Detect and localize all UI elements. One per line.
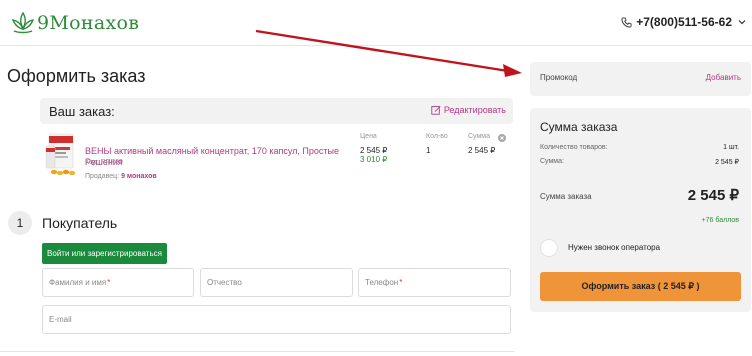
promo-code-label: Промокод	[540, 73, 578, 82]
edit-order-link[interactable]: Редактировать	[431, 105, 506, 115]
item-price-old: 3 010 ₽	[360, 155, 388, 164]
phone-placeholder: Телефон	[365, 278, 399, 287]
phone-number: +7(800)511-56-62	[636, 15, 732, 29]
column-header-sum: Сумма	[468, 133, 490, 140]
required-mark: *	[399, 278, 403, 287]
column-header-qty: Кол-во	[426, 133, 448, 140]
lotus-logo-icon	[11, 11, 35, 34]
order-heading: Ваш заказ:	[49, 104, 115, 119]
login-register-button[interactable]: Войти или зарегистрироваться	[42, 243, 167, 264]
seller-label: Продавец:	[85, 173, 120, 180]
phone-icon	[621, 16, 632, 28]
item-quantity: 1	[426, 146, 431, 155]
column-header-price: Цена	[360, 133, 377, 140]
place-order-button[interactable]: Оформить заказ ( 2 545 ₽ )	[540, 272, 741, 301]
item-count-label: Количество товаров:	[540, 144, 608, 151]
summary-title: Сумма заказа	[540, 120, 618, 134]
subtotal-value: 2 545 ₽	[715, 159, 739, 166]
required-mark: *	[107, 278, 111, 287]
seller-name-link[interactable]: 9 монахов	[121, 173, 157, 180]
edit-order-label: Редактировать	[443, 105, 506, 115]
order-summary-panel: Сумма заказа Количество товаров: 1 шт. С…	[530, 108, 751, 312]
site-logo[interactable]: 9Монахов	[10, 8, 139, 38]
page-title: Оформить заказ	[7, 66, 146, 86]
item-count-value: 1 шт.	[723, 144, 739, 151]
chevron-down-icon[interactable]	[738, 18, 746, 26]
subtotal-label: Сумма:	[540, 158, 564, 165]
product-code: Код: РПР39	[85, 159, 123, 166]
total-label: Сумма заказа	[540, 192, 592, 201]
surname-name-placeholder: Фамилия и имя	[49, 278, 107, 287]
logo-wordmark: 9Монахов	[37, 12, 140, 34]
remove-item-icon[interactable]	[498, 134, 506, 142]
item-sum: 2 545 ₽	[468, 146, 496, 155]
email-placeholder: E-mail	[49, 315, 72, 324]
site-header: 9Монахов +7(800)511-56-62	[0, 0, 752, 46]
add-promo-link[interactable]: Добавить	[706, 73, 741, 82]
bonus-points: +76 баллов	[701, 217, 739, 224]
product-name-link[interactable]: ВЕНЫ активный масляный концентрат, 170 к…	[85, 146, 355, 168]
email-field[interactable]: E-mail	[42, 305, 511, 334]
edit-icon	[431, 106, 441, 115]
surname-name-field[interactable]: Фамилия и имя *	[42, 268, 194, 297]
step-number-badge: 1	[8, 211, 32, 235]
total-value: 2 545 ₽	[687, 187, 739, 204]
section-divider	[0, 351, 515, 352]
operator-call-label: Нужен звонок оператора	[568, 243, 661, 252]
item-price: 2 545 ₽	[360, 146, 388, 155]
product-image[interactable]	[43, 132, 79, 178]
product-seller: Продавец: 9 монахов	[85, 173, 157, 180]
header-phone[interactable]: +7(800)511-56-62	[621, 15, 746, 29]
operator-call-checkbox[interactable]	[540, 239, 558, 257]
promo-code-box: Промокод Добавить	[530, 62, 751, 96]
phone-field[interactable]: Телефон *	[358, 268, 511, 297]
patronymic-placeholder: Отчество	[207, 278, 242, 287]
buyer-section-title: Покупатель	[42, 215, 118, 231]
patronymic-field[interactable]: Отчество	[200, 268, 353, 297]
order-section-header: Ваш заказ: Редактировать	[40, 98, 513, 124]
